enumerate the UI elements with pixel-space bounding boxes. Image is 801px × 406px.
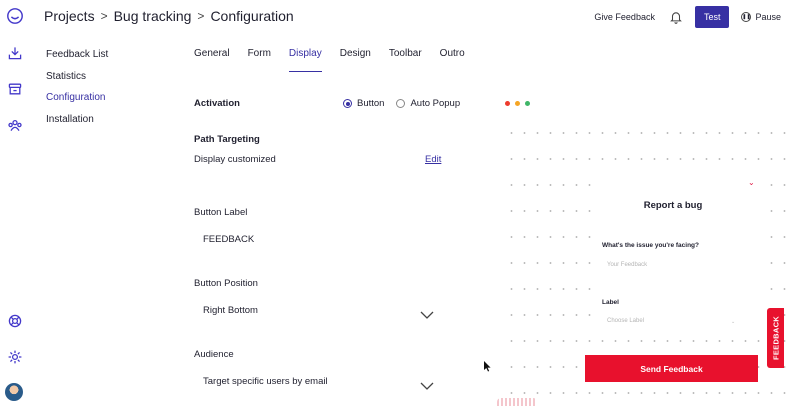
- window-controls: [505, 101, 530, 106]
- widget-feedback-input[interactable]: Your Feedback: [607, 262, 647, 268]
- project-nav: Feedback List Statistics Configuration I…: [46, 48, 108, 134]
- radio-auto-popup-label[interactable]: Auto Popup: [410, 98, 460, 109]
- header-actions: Give Feedback Test ❚❚ Pause: [594, 6, 781, 28]
- lifebuoy-icon[interactable]: [6, 312, 24, 330]
- widget-title: Report a bug: [643, 200, 703, 211]
- pause-button[interactable]: ❚❚ Pause: [741, 12, 781, 22]
- widget-label-select[interactable]: Choose Label: [607, 318, 644, 324]
- breadcrumb: Projects > Bug tracking > Configuration: [44, 8, 294, 24]
- collapse-chevron-icon[interactable]: ⌄: [748, 178, 755, 187]
- team-icon[interactable]: [6, 116, 24, 134]
- nav-item-statistics[interactable]: Statistics: [46, 70, 108, 92]
- breadcrumb-separator: >: [100, 9, 108, 23]
- nav-item-feedback-list[interactable]: Feedback List: [46, 48, 108, 70]
- chevron-down-icon[interactable]: [420, 377, 436, 390]
- chevron-down-icon: ⌄: [731, 319, 736, 325]
- feedback-side-tab-label: FEEDBACK: [771, 315, 780, 361]
- path-targeting-value: Display customized: [194, 154, 276, 165]
- pause-icon: ❚❚: [741, 12, 752, 22]
- breadcrumb-projects[interactable]: Projects: [44, 8, 95, 24]
- logo-icon[interactable]: [6, 7, 24, 25]
- button-label-label: Button Label: [194, 207, 248, 218]
- nav-item-configuration[interactable]: Configuration: [46, 91, 108, 113]
- activation-options: Button Auto Popup: [343, 98, 460, 109]
- audience-label: Audience: [194, 349, 234, 360]
- button-position-label: Button Position: [194, 278, 258, 289]
- breadcrumb-separator: >: [197, 9, 205, 23]
- archive-box-icon[interactable]: [6, 80, 24, 98]
- settings-icon[interactable]: [6, 348, 24, 366]
- radio-button-label[interactable]: Button: [357, 98, 384, 109]
- widget-question-label: What's the issue you're facing?: [602, 242, 699, 249]
- mouse-cursor-icon: [484, 359, 492, 372]
- send-feedback-button[interactable]: Send Feedback: [585, 355, 758, 382]
- button-label-input[interactable]: FEEDBACK: [203, 234, 254, 245]
- nav-item-installation[interactable]: Installation: [46, 113, 108, 135]
- chevron-down-icon[interactable]: [420, 306, 436, 319]
- tab-form[interactable]: Form: [248, 48, 271, 72]
- edit-path-link[interactable]: Edit: [425, 154, 441, 165]
- button-position-select[interactable]: Right Bottom: [203, 305, 258, 316]
- pause-label: Pause: [755, 12, 781, 22]
- radio-button-option[interactable]: [343, 99, 352, 108]
- activation-label: Activation: [194, 98, 240, 109]
- test-button[interactable]: Test: [694, 6, 730, 28]
- widget-label-label: Label: [602, 299, 619, 306]
- tab-general[interactable]: General: [194, 48, 230, 72]
- window-dot-green: [525, 101, 530, 106]
- config-tabs: General Form Display Design Toolbar Outr…: [194, 48, 483, 72]
- window-dot-red: [505, 101, 510, 106]
- tab-toolbar[interactable]: Toolbar: [389, 48, 422, 72]
- avatar[interactable]: [5, 383, 23, 401]
- window-dot-yellow: [515, 101, 520, 106]
- badge-fragment: [497, 398, 537, 406]
- breadcrumb-bug-tracking[interactable]: Bug tracking: [114, 8, 192, 24]
- icon-rail: [0, 0, 30, 406]
- feedback-side-tab[interactable]: FEEDBACK: [767, 308, 784, 368]
- tab-outro[interactable]: Outro: [440, 48, 465, 72]
- radio-auto-popup-option[interactable]: [396, 99, 406, 108]
- tab-design[interactable]: Design: [340, 48, 371, 72]
- path-targeting-label: Path Targeting: [194, 134, 260, 145]
- give-feedback-link[interactable]: Give Feedback: [594, 12, 655, 22]
- tab-display[interactable]: Display: [288, 48, 322, 72]
- report-bug-widget: ⌄ Report a bug What's the issue you're f…: [598, 178, 768, 338]
- inbox-download-icon[interactable]: [6, 44, 24, 62]
- audience-select[interactable]: Target specific users by email: [203, 376, 328, 387]
- breadcrumb-configuration: Configuration: [210, 8, 294, 24]
- bell-icon[interactable]: [669, 10, 683, 24]
